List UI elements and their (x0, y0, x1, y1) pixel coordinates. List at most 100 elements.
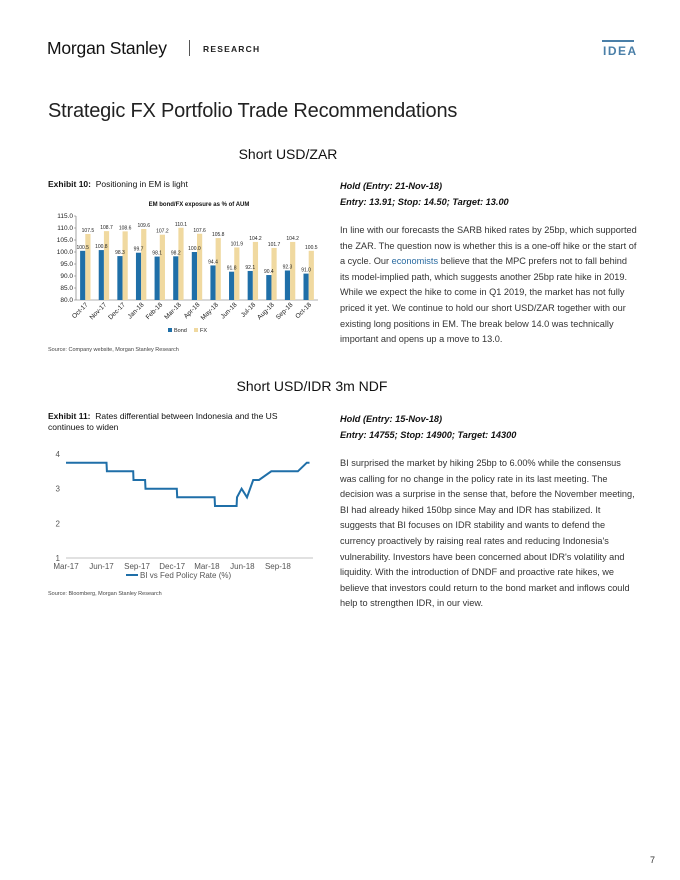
x-tick-label: Apr-18 (183, 301, 202, 320)
legend-label-bi-vs-fed: BI vs Fed Policy Rate (%) (140, 571, 231, 580)
data-label-fx: 108.6 (119, 225, 132, 231)
x-tick-label: Jun-18 (230, 562, 255, 571)
x-tick-label: Mar-18 (163, 301, 183, 321)
bar-fx (178, 227, 184, 300)
x-tick-label: Jun-17 (89, 562, 114, 571)
data-label-fx: 107.6 (193, 228, 206, 234)
y-tick-label: 105.0 (57, 237, 74, 244)
line-chart-rate-differential: 1234Mar-17 Jun-17 Sep-17 Dec-17 Mar-18 Jun-18… (53, 450, 313, 580)
data-label-fx: 107.5 (82, 228, 95, 234)
bar-bond (135, 252, 142, 300)
x-tick-label: Dec-17 (159, 562, 185, 571)
x-tick-label: Mar-17 (53, 562, 79, 571)
bar-bond (117, 256, 123, 300)
bar-fx (159, 234, 165, 300)
legend-swatch-fx (194, 328, 198, 332)
bar-bond (80, 250, 86, 300)
x-tick-label: Sep-17 (124, 562, 150, 571)
header-section-label: RESEARCH (203, 44, 261, 54)
legend-label-fx: FX (200, 328, 207, 334)
data-label-fx: 110.1 (175, 222, 187, 228)
trade-levels-usdzar: Entry: 13.91; Stop: 14.50; Target: 13.00 (340, 197, 509, 207)
data-label-fx: 101.9 (231, 241, 244, 247)
y-tick-label: 3 (56, 485, 61, 494)
bar-bond (191, 252, 197, 300)
y-tick-label: 90.0 (60, 273, 73, 280)
bar-chart-em-positioning: EM bond/FX exposure as % of AUM 80.0 85.0… (57, 202, 318, 334)
x-tick-label: Jan-18 (127, 301, 146, 320)
bar-bond (173, 256, 179, 300)
legend-swatch-bond (168, 328, 172, 332)
data-label-fx: 104.2 (249, 236, 262, 242)
chart-title: EM bond/FX exposure as % of AUM (149, 202, 250, 208)
data-label-bond: 100.0 (188, 246, 201, 252)
bar-fx (103, 231, 110, 300)
bar-chart-x-ticks: Oct-17Nov-17Dec-17 Jan-18 Feb-18 Mar-18 Apr-… (71, 301, 313, 322)
data-label-fx: 101.7 (268, 242, 281, 248)
data-label-bond: 91.0 (301, 268, 311, 274)
data-label-fx: 107.2 (156, 229, 169, 235)
line-chart-legend: BI vs Fed Policy Rate (%) (126, 571, 231, 580)
y-tick-label: 100.0 (57, 249, 74, 256)
series-line-bi-vs-fed (66, 461, 310, 507)
page-number: 7 (650, 855, 656, 865)
exhibit-title: Positioning in EM is light (95, 179, 188, 189)
bar-bond (229, 271, 235, 300)
x-tick-label: May-18 (200, 301, 221, 322)
data-label-bond: 98.3 (115, 250, 125, 256)
bar-fx (141, 228, 147, 300)
y-tick-label: 85.0 (60, 285, 73, 292)
data-label-bond: 100.5 (76, 245, 89, 251)
body-text-part: believe that the MPC prefers not to fall… (340, 256, 628, 345)
idea-badge: IDEA (603, 44, 638, 58)
brand-logo: Morgan Stanley (47, 38, 167, 58)
bar-fx (122, 231, 128, 300)
exhibit-11-source: Source: Bloomberg, Morgan Stanley Resear… (48, 591, 162, 597)
bar-bond (284, 270, 291, 300)
page-title: Strategic FX Portfolio Trade Recommendat… (48, 100, 458, 122)
bar-chart-bars (80, 227, 314, 300)
bar-chart-legend: Bond FX (168, 328, 207, 334)
exhibit-10-caption: Exhibit 10: Positioning in EM is light (48, 179, 308, 190)
line-chart-axes: 1234Mar-17 Jun-17 Sep-17 Dec-17 Mar-18 Jun-18… (53, 450, 313, 571)
data-label-bond: 92.1 (245, 265, 255, 271)
data-label-bond: 91.8 (227, 266, 237, 272)
exhibit-number: Exhibit 10: (48, 179, 91, 189)
x-tick-label: Mar-18 (194, 562, 220, 571)
trade-status-usdidr: Hold (Entry: 15-Nov-18) (340, 414, 443, 424)
bar-bond (210, 265, 216, 300)
y-tick-label: 4 (56, 450, 61, 459)
legend-label-bond: Bond (174, 328, 187, 334)
trade-body-usdidr: BI surprised the market by hiking 25bp t… (340, 458, 635, 609)
x-tick-label: Dec-17 (107, 301, 127, 321)
exhibit-11-caption: Exhibit 11: Rates differential between I… (48, 411, 308, 433)
section-title-usdidr: Short USD/IDR 3m NDF (236, 378, 388, 394)
trade-body-usdzar: In line with our forecasts the SARB hike… (340, 223, 638, 348)
header-divider (189, 40, 190, 56)
data-label-bond: 100.8 (95, 244, 108, 250)
data-label-bond: 90.4 (264, 269, 274, 275)
bar-fx (197, 233, 203, 300)
y-tick-label: 80.0 (60, 297, 73, 304)
trade-levels-usdidr: Entry: 14755; Stop: 14900; Target: 14300 (340, 430, 517, 440)
x-tick-label: Oct-18 (294, 301, 313, 320)
idea-badge-rule (602, 40, 634, 42)
economists-link[interactable]: economists (392, 256, 438, 266)
bar-bond (247, 270, 253, 300)
line-chart-series (66, 461, 310, 507)
x-tick-label: Jun-18 (220, 301, 239, 320)
data-label-bond: 98.1 (152, 251, 162, 257)
x-tick-label: Sep-18 (265, 562, 291, 571)
data-label-fx: 108.7 (100, 225, 113, 231)
exhibit-number: Exhibit 11: (48, 411, 91, 421)
data-label-fx: 104.2 (286, 236, 299, 242)
bar-fx (290, 241, 296, 300)
bar-bond (154, 256, 160, 300)
bar-bond (266, 275, 272, 300)
bar-bond (303, 273, 309, 300)
trade-status-usdzar: Hold (Entry: 21-Nov-18) (340, 181, 443, 191)
section-title-usdzar: Short USD/ZAR (238, 146, 338, 162)
bar-fx (308, 250, 314, 300)
data-label-fx: 109.6 (137, 223, 150, 229)
bar-fx (234, 247, 240, 300)
